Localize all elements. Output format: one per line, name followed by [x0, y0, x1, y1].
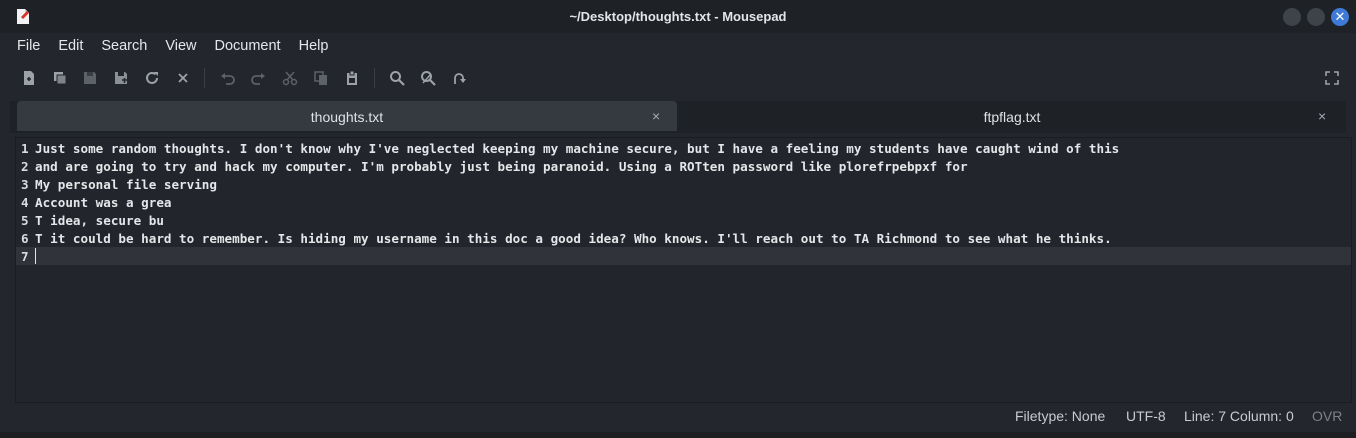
menu-search[interactable]: Search	[92, 35, 156, 57]
tab-bar: thoughts.txt × ftpflag.txt ×	[10, 101, 1346, 133]
editor-line: 1 Just some random thoughts. I don't kno…	[16, 139, 1351, 157]
window-title: ~/Desktop/thoughts.txt - Mousepad	[569, 9, 787, 24]
minimize-button[interactable]	[1283, 8, 1301, 26]
editor-current-line: 7	[16, 247, 1351, 265]
line-text: Just some random thoughts. I don't know …	[35, 141, 1120, 156]
line-text: T it could be hard to remember. Is hidin…	[35, 231, 1112, 246]
toolbar-separator	[374, 68, 375, 88]
filetype-status[interactable]: Filetype: None	[1015, 408, 1105, 424]
paste-icon[interactable]	[344, 70, 360, 86]
redo-icon[interactable]	[250, 70, 266, 86]
menu-help[interactable]: Help	[290, 35, 338, 57]
tab-ftpflag-txt[interactable]: ftpflag.txt ×	[678, 101, 1346, 131]
window-bottom-edge	[0, 432, 1356, 438]
reload-icon[interactable]	[144, 70, 160, 86]
editor-line: 3 My personal file serving	[16, 175, 1351, 193]
go-to-line-icon[interactable]	[451, 70, 467, 86]
cursor-position-status: Line: 7 Column: 0	[1184, 408, 1294, 424]
editor-line: 5 T idea, secure bu	[16, 211, 1351, 229]
tab-close-icon[interactable]: ×	[1318, 108, 1326, 124]
new-window-icon[interactable]	[52, 70, 68, 86]
save-icon[interactable]	[82, 70, 98, 86]
toolbar-separator	[204, 68, 205, 88]
editor-line: 2 and are going to try and hack my compu…	[16, 157, 1351, 175]
line-number: 4	[21, 195, 29, 210]
copy-icon[interactable]	[313, 70, 329, 86]
tab-label: ftpflag.txt	[983, 109, 1041, 125]
line-text: and are going to try and hack my compute…	[35, 159, 968, 174]
editor-line: 6 T it could be hard to remember. Is hid…	[16, 229, 1351, 247]
mousepad-window: ~/Desktop/thoughts.txt - Mousepad ✕ File…	[0, 0, 1356, 438]
menu-view[interactable]: View	[156, 35, 205, 57]
menu-bar: File Edit Search View Document Help	[8, 35, 337, 57]
overwrite-mode-status[interactable]: OVR	[1312, 408, 1342, 424]
line-text: Account was a grea	[35, 195, 172, 210]
tab-label: thoughts.txt	[310, 109, 384, 125]
close-document-icon[interactable]	[175, 70, 191, 86]
close-window-button[interactable]: ✕	[1331, 8, 1349, 26]
new-document-icon[interactable]	[21, 70, 37, 86]
undo-icon[interactable]	[220, 70, 236, 86]
status-bar: Filetype: None UTF-8 Line: 7 Column: 0 O…	[0, 401, 1356, 431]
editor-line: 4 Account was a grea	[16, 193, 1351, 211]
tab-close-icon[interactable]: ×	[652, 108, 660, 124]
line-number: 3	[21, 177, 29, 192]
cut-icon[interactable]	[282, 70, 298, 86]
save-as-icon[interactable]	[113, 70, 129, 86]
line-number: 5	[21, 213, 29, 228]
maximize-button[interactable]	[1307, 8, 1325, 26]
encoding-status[interactable]: UTF-8	[1126, 408, 1166, 424]
text-cursor	[35, 248, 36, 264]
toolbar	[0, 62, 1356, 94]
title-bar: ~/Desktop/thoughts.txt - Mousepad ✕	[0, 0, 1356, 33]
tab-thoughts-txt[interactable]: thoughts.txt ×	[17, 101, 677, 131]
find-replace-icon[interactable]	[420, 70, 436, 86]
text-editor[interactable]: 1 Just some random thoughts. I don't kno…	[15, 137, 1352, 403]
line-number: 2	[21, 159, 29, 174]
line-number: 6	[21, 231, 29, 246]
line-number: 7	[21, 249, 29, 264]
line-text: My personal file serving	[35, 177, 217, 192]
fullscreen-icon[interactable]	[1324, 70, 1340, 86]
menu-file[interactable]: File	[8, 35, 49, 57]
menu-document[interactable]: Document	[206, 35, 290, 57]
find-icon[interactable]	[389, 70, 405, 86]
line-number: 1	[21, 141, 29, 156]
menu-edit[interactable]: Edit	[49, 35, 92, 57]
line-text: T idea, secure bu	[35, 213, 164, 228]
